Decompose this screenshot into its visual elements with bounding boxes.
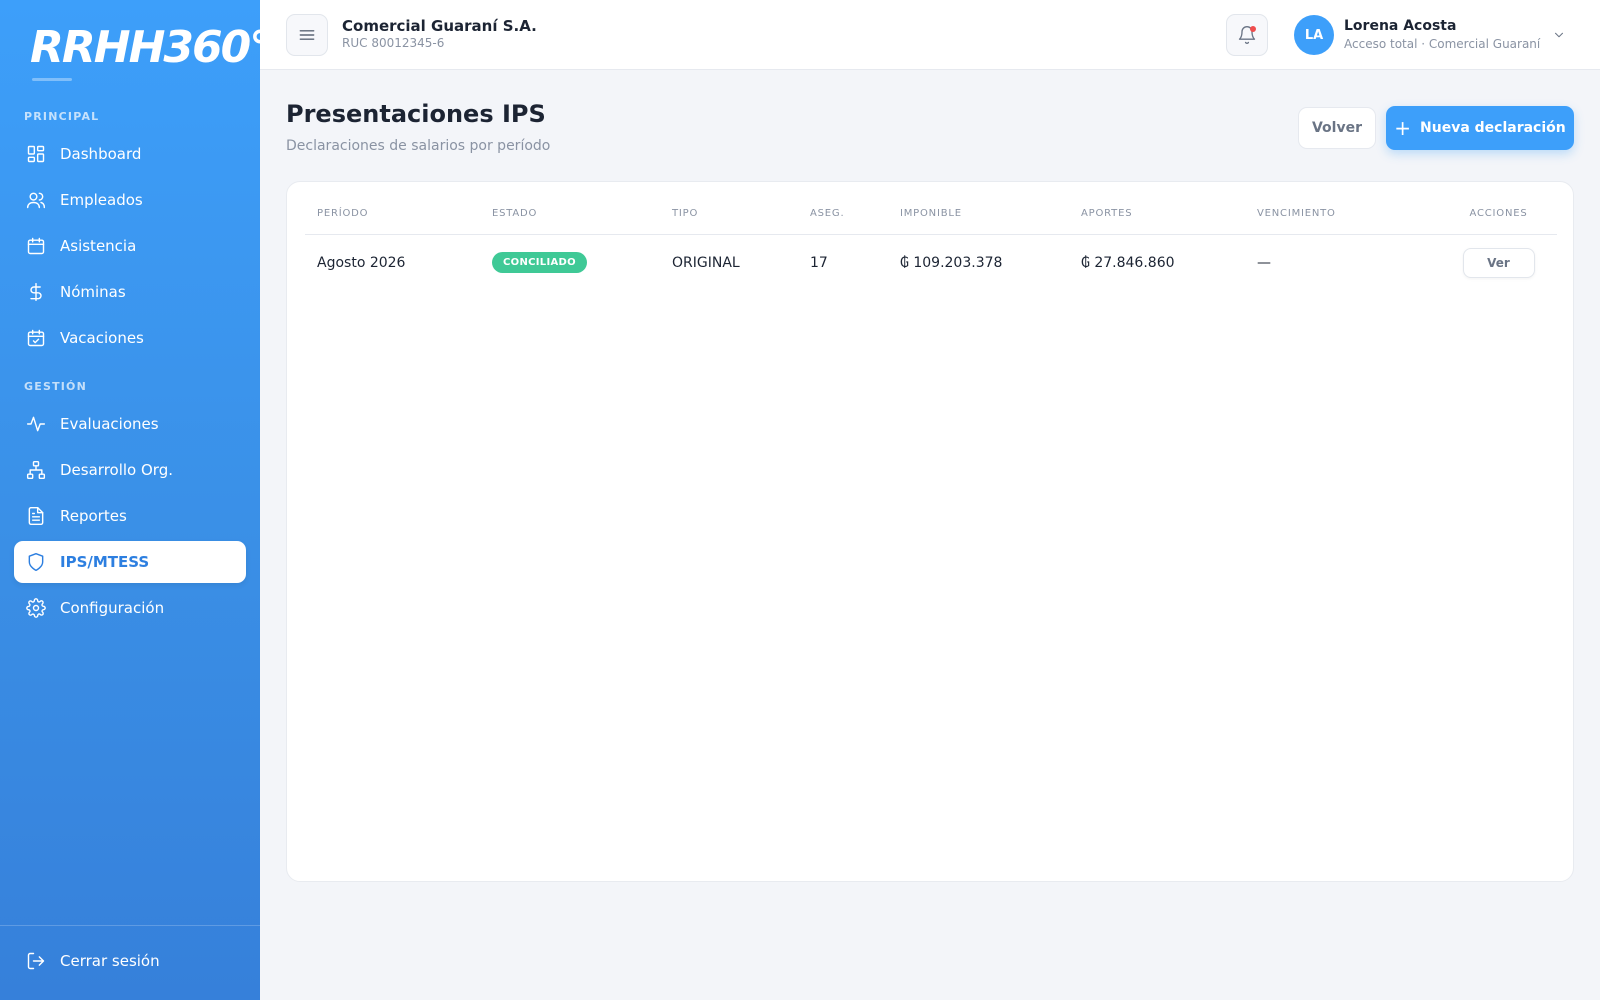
sidebar-item-configuracion[interactable]: Configuración [14, 587, 246, 629]
dollar-icon [26, 282, 46, 302]
notification-dot [1250, 26, 1256, 32]
sidebar-item-ips-mtess[interactable]: IPS/MTESS [14, 541, 246, 583]
table-header-row: PERÍODO ESTADO TIPO ASEG. IMPONIBLE APOR… [305, 194, 1557, 235]
org-chart-icon [26, 460, 46, 480]
cell-vencimiento: — [1257, 254, 1271, 271]
top-bar: Comercial Guaraní S.A. RUC 80012345-6 LA… [260, 0, 1600, 70]
column-header-periodo[interactable]: PERÍODO [305, 194, 480, 235]
plus-icon: + [1394, 116, 1412, 140]
sidebar-item-label: Nóminas [60, 283, 126, 301]
user-name: Lorena Acosta [1344, 18, 1457, 34]
cell-aportes: ₲ 27.846.860 [1081, 254, 1175, 271]
sidebar-item-evaluaciones[interactable]: Evaluaciones [14, 403, 246, 445]
document-icon [26, 506, 46, 526]
sidebar-item-label: Configuración [60, 599, 165, 617]
dashboard-icon [26, 144, 46, 164]
gear-icon [26, 598, 46, 618]
sidebar-item-label: Reportes [60, 507, 127, 525]
sidebar-item-dashboard[interactable]: Dashboard [14, 133, 246, 175]
sidebar-item-label: Vacaciones [60, 329, 144, 347]
new-declaration-label: Nueva declaración [1420, 120, 1566, 136]
declarations-table: PERÍODO ESTADO TIPO ASEG. IMPONIBLE APOR… [305, 194, 1557, 291]
chevron-down-icon [1552, 27, 1566, 41]
hamburger-icon [299, 30, 315, 40]
sidebar-item-nominas[interactable]: Nóminas [14, 271, 246, 313]
notifications-button[interactable] [1226, 14, 1268, 56]
cell-estado: CONCILIADO [480, 234, 660, 291]
sidebar-item-reportes[interactable]: Reportes [14, 495, 246, 537]
calendar-check-icon [26, 328, 46, 348]
company-name: Comercial Guaraní S.A. [342, 17, 537, 35]
sidebar: RRHH360° PRINCIPAL Dashboard Empleados A… [0, 0, 271, 1000]
sidebar-item-label: Desarrollo Org. [60, 461, 173, 479]
status-badge: CONCILIADO [492, 252, 587, 274]
shield-icon [26, 552, 46, 572]
column-header-acciones: ACCIONES [1440, 194, 1557, 235]
back-button[interactable]: Volver [1298, 107, 1376, 149]
column-header-aportes[interactable]: APORTES [1069, 194, 1245, 235]
user-role: Acceso total · Comercial Guaraní [1344, 37, 1541, 51]
avatar: LA [1294, 15, 1334, 55]
column-header-vencimiento[interactable]: VENCIMIENTO [1245, 194, 1440, 235]
column-header-aseg[interactable]: ASEG. [798, 194, 888, 235]
column-header-tipo[interactable]: TIPO [660, 194, 798, 235]
logo-text: RRHH360° [30, 22, 271, 73]
company-ruc: RUC 80012345-6 [342, 36, 445, 50]
sidebar-item-empleados[interactable]: Empleados [14, 179, 246, 221]
sidebar-item-label: Dashboard [60, 145, 142, 163]
user-menu[interactable]: LA Lorena Acosta Acceso total · Comercia… [1294, 14, 1584, 56]
cell-imponible: ₲ 109.203.378 [900, 254, 1003, 271]
column-header-estado[interactable]: ESTADO [480, 194, 660, 235]
cell-tipo: ORIGINAL [672, 254, 740, 271]
view-button[interactable]: Ver [1462, 247, 1535, 278]
section-label-gestion: GESTIÓN [24, 380, 88, 393]
page-title: Presentaciones IPS [286, 100, 546, 128]
sidebar-item-label: Asistencia [60, 237, 137, 255]
logout-icon [26, 951, 46, 971]
logo-underline [32, 78, 72, 81]
app-logo[interactable]: RRHH360° [30, 20, 271, 81]
declarations-card: PERÍODO ESTADO TIPO ASEG. IMPONIBLE APOR… [286, 181, 1574, 882]
sidebar-item-label: Evaluaciones [60, 415, 159, 433]
sidebar-item-vacaciones[interactable]: Vacaciones [14, 317, 246, 359]
sidebar-item-asistencia[interactable]: Asistencia [14, 225, 246, 267]
sidebar-item-label: IPS/MTESS [60, 553, 150, 571]
sidebar-divider [0, 925, 260, 926]
menu-toggle-button[interactable] [286, 14, 328, 56]
new-declaration-button[interactable]: + Nueva declaración [1386, 106, 1574, 150]
column-header-imponible[interactable]: IMPONIBLE [888, 194, 1069, 235]
table-row: Agosto 2026 CONCILIADO ORIGINAL 17 ₲ 109… [305, 234, 1557, 291]
calendar-icon [26, 236, 46, 256]
users-icon [26, 190, 46, 210]
section-label-principal: PRINCIPAL [24, 110, 100, 123]
cell-periodo: Agosto 2026 [317, 254, 406, 271]
sidebar-item-desarrollo-org[interactable]: Desarrollo Org. [14, 449, 246, 491]
sidebar-item-label: Empleados [60, 191, 143, 209]
activity-icon [26, 414, 46, 434]
page-subtitle: Declaraciones de salarios por período [286, 138, 551, 154]
cell-acciones: Ver [1440, 234, 1557, 291]
logout-button[interactable]: Cerrar sesión [14, 940, 246, 982]
logout-label: Cerrar sesión [60, 952, 160, 970]
cell-aseg: 17 [810, 254, 828, 271]
